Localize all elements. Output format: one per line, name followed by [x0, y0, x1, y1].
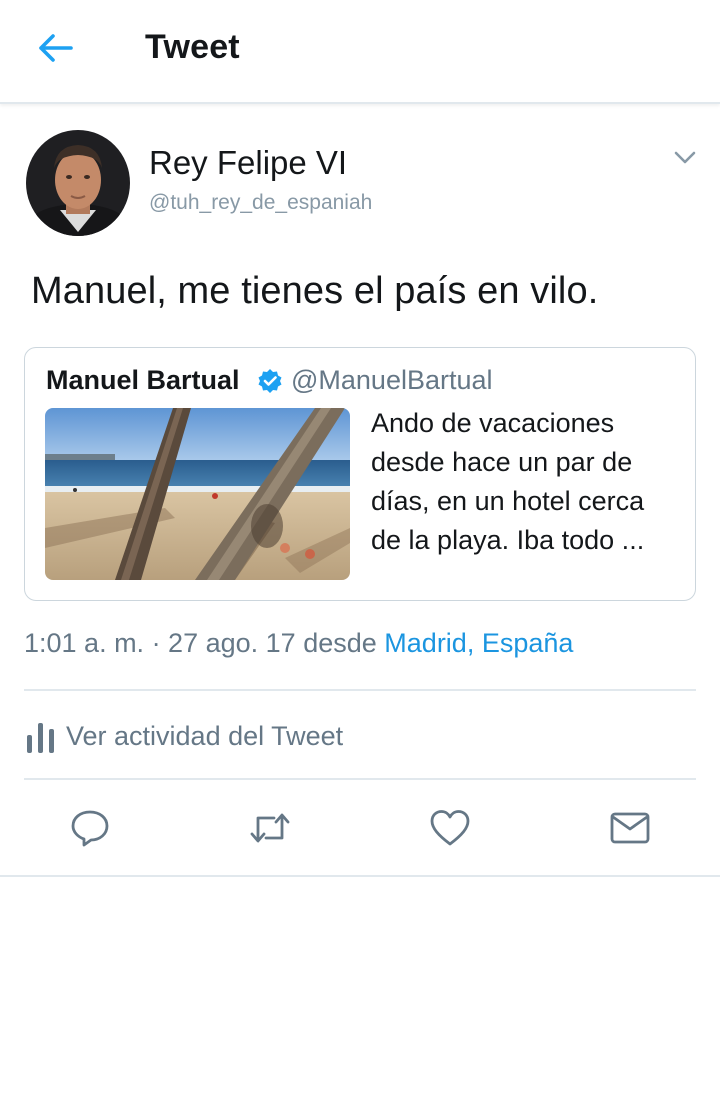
- divider: [0, 875, 720, 877]
- source-prefix: desde: [303, 628, 377, 658]
- divider: [24, 689, 696, 691]
- arrow-left-icon: [39, 34, 73, 62]
- tweet-text: Manuel, me tienes el país en vilo.: [31, 270, 599, 312]
- top-bar: Tweet: [0, 0, 720, 104]
- author-name[interactable]: Rey Felipe VI: [149, 144, 347, 182]
- timestamp: 1:01 a. m. · 27 ago. 17: [24, 628, 296, 658]
- avatar[interactable]: [26, 130, 130, 236]
- tweet-activity-link[interactable]: Ver actividad del Tweet: [26, 716, 343, 756]
- quoted-author-handle: @ManuelBartual: [291, 365, 493, 395]
- tweet-metadata: 1:01 a. m. · 27 ago. 17 desde Madrid, Es…: [24, 628, 573, 659]
- verified-badge-icon: [258, 369, 282, 393]
- author-handle[interactable]: @tuh_rey_de_espaniah: [149, 191, 372, 215]
- heart-icon: [430, 810, 470, 846]
- bar-chart-icon: [27, 723, 54, 753]
- quoted-tweet-image: [45, 408, 350, 580]
- more-options-button[interactable]: [670, 145, 700, 169]
- page-title: Tweet: [145, 28, 240, 66]
- direct-message-button[interactable]: [608, 806, 652, 850]
- divider: [24, 778, 696, 780]
- back-button[interactable]: [30, 26, 80, 70]
- activity-label: Ver actividad del Tweet: [66, 720, 344, 751]
- retweet-button[interactable]: [248, 806, 292, 850]
- reply-button[interactable]: [68, 806, 112, 850]
- quoted-tweet-text: Ando de vacaciones desde hace un par de …: [371, 408, 645, 555]
- quoted-author-name: Manuel Bartual: [46, 365, 240, 395]
- quoted-tweet-card[interactable]: Manuel Bartual @ManuelBartual Ando de va…: [24, 347, 696, 601]
- envelope-icon: [610, 812, 650, 844]
- chevron-down-icon: [674, 151, 696, 164]
- retweet-icon: [250, 813, 290, 843]
- reply-icon: [71, 810, 109, 847]
- like-button[interactable]: [428, 806, 472, 850]
- location-link[interactable]: Madrid, España: [384, 628, 573, 658]
